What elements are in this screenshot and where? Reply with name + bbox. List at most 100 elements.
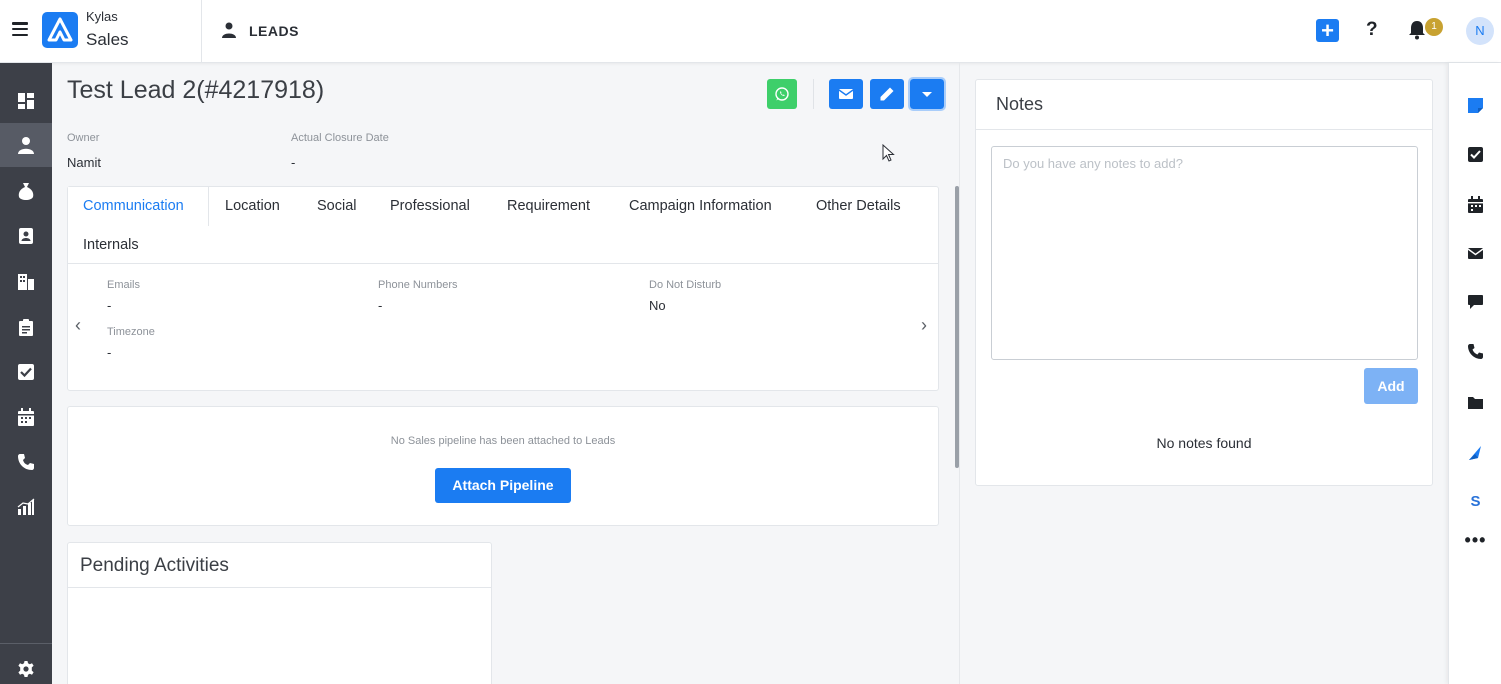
gear-icon [18, 661, 34, 677]
pipeline-empty-message: No Sales pipeline has been attached to L… [390, 435, 616, 447]
chat-icon [1468, 294, 1483, 309]
bell-icon[interactable] [1408, 20, 1426, 40]
rail-calls[interactable] [1449, 333, 1501, 369]
closure-date-value: - [291, 155, 296, 170]
more-icon[interactable]: ••• [1449, 522, 1501, 558]
right-rail: S ••• [1448, 63, 1501, 684]
edit-button[interactable] [870, 79, 904, 109]
attach-pipeline-button[interactable]: Attach Pipeline [435, 468, 571, 503]
details-card: Communication Location Social Profession… [67, 186, 939, 391]
timezone-label: Timezone [107, 326, 155, 338]
emails-label: Emails [107, 279, 141, 291]
menu-icon[interactable] [12, 22, 28, 36]
tab-other-details[interactable]: Other Details [816, 198, 901, 214]
left-sidebar [0, 63, 52, 684]
brand-name: Kylas [86, 9, 118, 24]
envelope-icon [1467, 247, 1484, 259]
notes-panel: Notes Add No notes found [975, 79, 1433, 486]
pending-activities-card: Pending Activities [67, 542, 492, 684]
sidebar-divider [0, 643, 52, 644]
sidebar-item-calendar[interactable] [0, 395, 52, 439]
calendar-icon [1468, 195, 1483, 213]
sidebar-item-calls[interactable] [0, 440, 52, 484]
details-tabs: Communication Location Social Profession… [68, 187, 938, 264]
chevron-left-icon[interactable]: ‹ [75, 315, 81, 336]
pipeline-card: No Sales pipeline has been attached to L… [67, 406, 939, 526]
header-divider [201, 0, 202, 62]
clipboard-icon [19, 319, 33, 336]
sidebar-item-clipboard[interactable] [0, 305, 52, 349]
deals-icon [18, 183, 34, 200]
whatsapp-button[interactable] [767, 79, 797, 109]
actions-divider [813, 79, 814, 109]
top-bar: Kylas Sales LEADS + ? 1 N [0, 0, 1501, 63]
phone-numbers-label: Phone Numbers [378, 279, 458, 291]
tab-location[interactable]: Location [225, 198, 280, 214]
envelope-icon [838, 89, 854, 99]
closure-date-label: Actual Closure Date [291, 132, 389, 144]
dnd-label: Do Not Disturb [649, 279, 722, 291]
dashboard-icon [18, 93, 34, 109]
rail-s-app-icon[interactable]: S [1449, 483, 1501, 519]
companies-icon [18, 274, 34, 290]
sidebar-item-reports[interactable] [0, 485, 52, 529]
checkbox-icon [1468, 146, 1483, 162]
sidebar-item-leads[interactable] [0, 123, 52, 167]
phone-icon [18, 454, 34, 470]
tab-social[interactable]: Social [317, 198, 357, 214]
mouse-cursor-icon [882, 144, 895, 162]
contacts-icon [19, 228, 33, 244]
tab-communication[interactable]: Communication [83, 198, 184, 214]
rail-documents[interactable] [1449, 384, 1501, 420]
rail-tasks[interactable] [1449, 136, 1501, 172]
brand-product: Sales [86, 30, 129, 49]
kylas-leaf-icon [1469, 445, 1481, 460]
rail-integration[interactable] [1449, 434, 1501, 470]
rail-meetings[interactable] [1449, 186, 1501, 222]
page-title: Test Lead 2(#4217918) [67, 76, 325, 104]
chevron-right-icon[interactable]: › [921, 315, 927, 336]
notes-input[interactable] [991, 146, 1418, 360]
sidebar-item-settings[interactable] [0, 647, 52, 684]
sticky-note-icon [1468, 97, 1483, 113]
pending-divider [68, 587, 491, 588]
rail-emails[interactable] [1449, 235, 1501, 271]
tab-requirement[interactable]: Requirement [507, 198, 590, 214]
kylas-logo[interactable] [42, 12, 78, 48]
add-note-button[interactable]: Add [1364, 368, 1418, 404]
email-button[interactable] [829, 79, 863, 109]
sidebar-item-tasks[interactable] [0, 350, 52, 394]
notes-divider [976, 129, 1432, 130]
tab-professional[interactable]: Professional [390, 198, 470, 214]
rail-notes[interactable] [1449, 87, 1501, 123]
owner-value: Namit [67, 155, 101, 170]
sidebar-item-deals[interactable] [0, 169, 52, 213]
pending-activities-title: Pending Activities [80, 555, 229, 576]
leads-icon [18, 137, 34, 154]
whatsapp-icon [775, 87, 789, 101]
more-actions-button[interactable] [908, 77, 946, 111]
notes-title: Notes [996, 94, 1044, 114]
notification-badge: 1 [1425, 18, 1443, 36]
folder-icon [1468, 396, 1483, 409]
avatar[interactable]: N [1466, 17, 1494, 45]
sidebar-item-contacts[interactable] [0, 214, 52, 258]
tab-internals[interactable]: Internals [83, 237, 139, 253]
quick-add-button[interactable]: + [1316, 19, 1339, 42]
timezone-value: - [107, 345, 112, 360]
phone-icon [1468, 343, 1483, 359]
owner-label: Owner [67, 132, 100, 144]
emails-value: - [107, 298, 112, 313]
caret-down-icon [922, 92, 932, 97]
help-icon[interactable]: ? [1366, 19, 1378, 41]
section-title: LEADS [249, 23, 299, 39]
sidebar-item-dashboard[interactable] [0, 79, 52, 123]
tab-campaign-information[interactable]: Campaign Information [629, 198, 772, 214]
dnd-value: No [649, 298, 666, 313]
rail-messages[interactable] [1449, 283, 1501, 319]
phone-numbers-value: - [378, 298, 383, 313]
sidebar-item-companies[interactable] [0, 259, 52, 303]
user-icon [222, 22, 236, 38]
panel-divider [959, 63, 960, 684]
no-notes-message: No notes found [1156, 435, 1252, 451]
